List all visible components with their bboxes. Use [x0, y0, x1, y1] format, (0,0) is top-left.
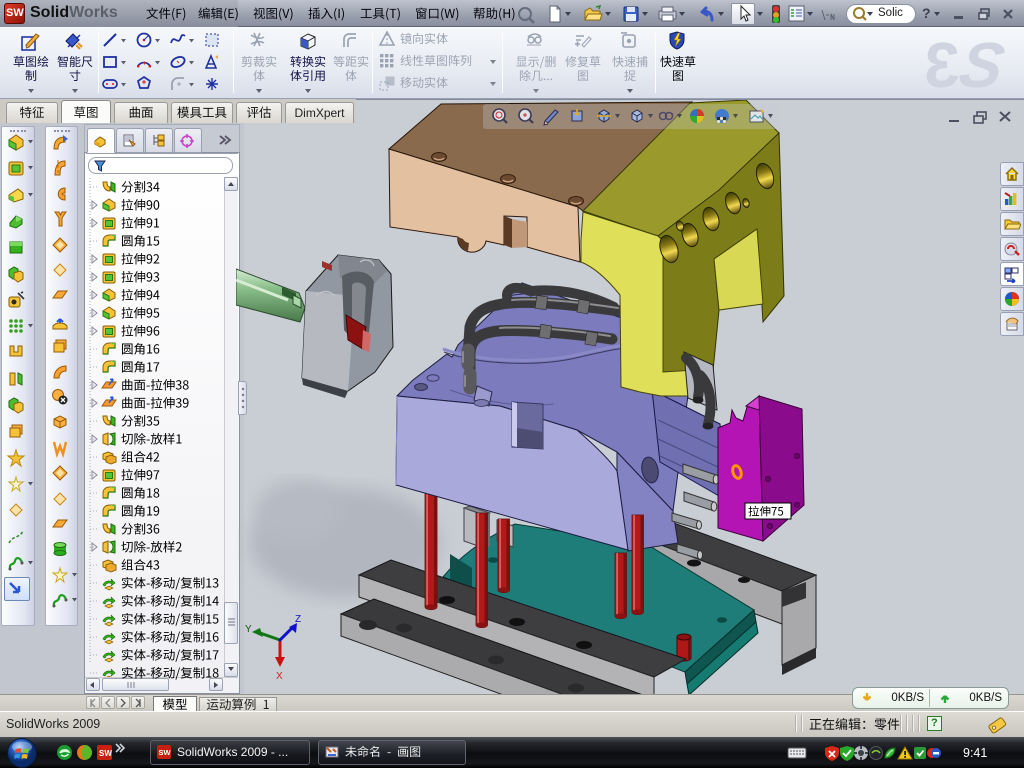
svg-text:Y: Y — [245, 624, 252, 635]
svg-text:X: X — [276, 671, 283, 682]
svg-text:SW: SW — [159, 748, 172, 757]
svg-text:SW: SW — [99, 749, 112, 758]
svg-text:Z: Z — [295, 614, 301, 625]
